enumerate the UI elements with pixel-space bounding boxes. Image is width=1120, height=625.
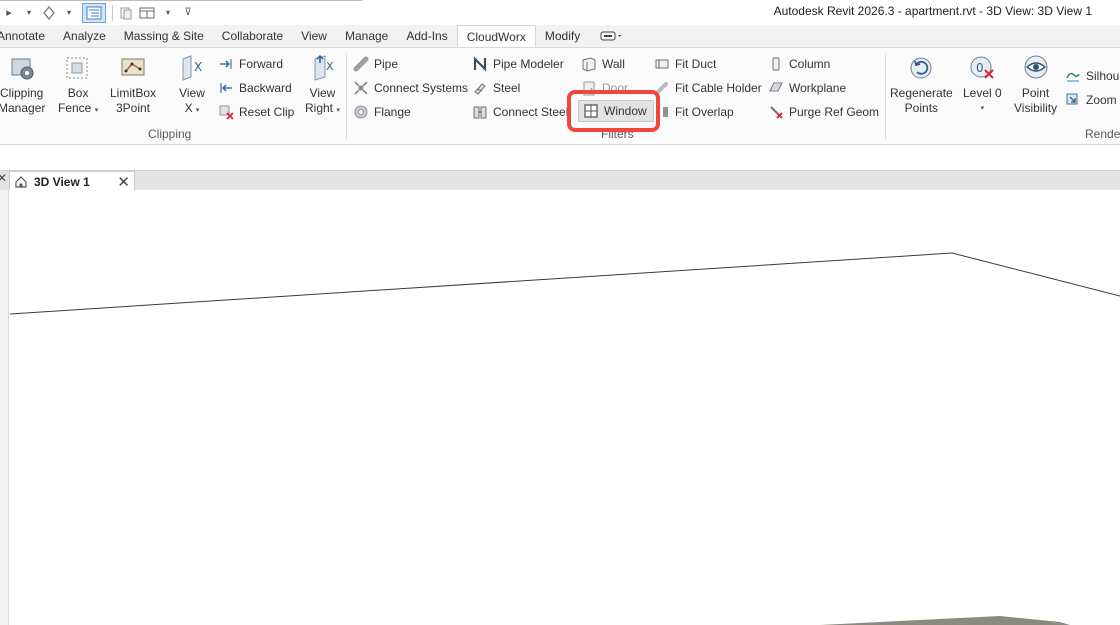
forward-button[interactable]: Forward (218, 54, 283, 74)
dropdown-arrow-icon: ▾ (336, 107, 340, 114)
silhouette-icon (1065, 68, 1081, 84)
dropdown-arrow-icon[interactable]: ▾ (22, 3, 36, 23)
window-title: Autodesk Revit 2026.3 - apartment.rvt - … (773, 4, 1092, 18)
panel-divider (885, 54, 886, 140)
reset-clip-button[interactable]: Reset Clip (218, 102, 294, 122)
fit-duct-icon (654, 56, 670, 72)
tab-analyze[interactable]: Analyze (54, 25, 115, 47)
regenerate-points-button[interactable]: Regenerate Points (890, 52, 953, 116)
silhouette-button[interactable]: Silhoue (1065, 66, 1120, 86)
left-scroll-rail[interactable] (0, 190, 9, 625)
purge-ref-geom-button[interactable]: Purge Ref Geom (768, 102, 879, 122)
tab-modify[interactable]: Modify (536, 25, 589, 47)
view-right-icon: X (306, 52, 338, 84)
dropdown-arrow-icon[interactable]: ▾ (62, 3, 76, 23)
box-fence-icon (62, 52, 94, 84)
close-icon[interactable]: ✕ (117, 173, 130, 191)
connect-steel-icon (472, 104, 488, 120)
fit-overlap-button[interactable]: Fit Overlap (654, 102, 734, 122)
limitbox-icon (117, 52, 149, 84)
view-tab-bar: 3D View 1 ✕ (0, 170, 1120, 191)
level-icon: 0 (966, 52, 998, 84)
title-bar: ▸ ▾ ▾ ▾ ⊽ Autodesk Revit 2026.3 - apartm… (0, 0, 1120, 25)
eye-icon (1020, 52, 1052, 84)
limitbox-3point-button[interactable]: LimitBox 3Point (110, 52, 156, 116)
render-panel-title: Rende (1085, 127, 1120, 141)
tab-add-ins[interactable]: Add-Ins (397, 25, 456, 47)
pipe-button[interactable]: Pipe (353, 54, 398, 74)
svg-text:X: X (326, 60, 334, 73)
view-x-icon: X (176, 52, 208, 84)
workplane-button[interactable]: Workplane (768, 78, 846, 98)
point-visibility-button[interactable]: Point Visibility (1014, 52, 1057, 116)
minimize-ribbon-icon (600, 31, 622, 41)
connect-systems-icon (353, 80, 369, 96)
dropdown-arrow-icon: ▾ (195, 107, 200, 114)
steel-button[interactable]: Steel (472, 78, 520, 98)
ribbon-panel: Clipping Manager Box Fence ▾ LimitBox 3P… (0, 47, 1120, 145)
3d-view-canvas[interactable] (0, 190, 1120, 625)
workplane-icon (768, 80, 784, 96)
forward-icon (218, 56, 234, 72)
wall-icon (581, 56, 597, 72)
tab-massing-site[interactable]: Massing & Site (115, 25, 213, 47)
measure-icon[interactable] (42, 3, 56, 23)
close-icon[interactable]: ✕ (0, 171, 7, 185)
column-icon (768, 56, 784, 72)
view-right-button[interactable]: X View Right ▾ (305, 52, 340, 118)
tab-cloudworx[interactable]: CloudWorx (456, 25, 536, 47)
clipping-manager-button[interactable]: Clipping Manager (0, 52, 45, 116)
view-tab-3d-view-1[interactable]: 3D View 1 ✕ (9, 171, 135, 191)
redo-icon[interactable]: ▸ (2, 3, 16, 23)
connect-steel-button[interactable]: Connect Steel (472, 102, 568, 122)
tab-view[interactable]: View (292, 25, 336, 47)
switch-windows-icon[interactable] (139, 3, 155, 23)
connect-systems-button[interactable]: Connect Systems (353, 78, 468, 98)
zoom-icon (1065, 92, 1081, 108)
flange-button[interactable]: Flange (353, 102, 411, 122)
fit-duct-button[interactable]: Fit Duct (654, 54, 716, 74)
flange-icon (353, 104, 369, 120)
ribbon-display-toggle[interactable] (589, 25, 633, 47)
backward-button[interactable]: Backward (218, 78, 292, 98)
fit-cable-holder-button[interactable]: Fit Cable Holder (654, 78, 762, 98)
reset-clip-icon (218, 104, 234, 120)
tab-collaborate[interactable]: Collaborate (213, 25, 292, 47)
wall-filter-button[interactable]: Wall (581, 54, 625, 74)
level-0-button[interactable]: 0 Level 0 ▾ (963, 52, 1002, 116)
pipe-modeler-button[interactable]: Pipe Modeler (472, 54, 564, 74)
box-fence-button[interactable]: Box Fence ▾ (58, 52, 98, 118)
steel-icon (472, 80, 488, 96)
thin-lines-icon[interactable] (82, 2, 106, 23)
panel-divider (346, 54, 347, 140)
tab-annotate[interactable]: Annotate (0, 25, 54, 47)
view-x-button[interactable]: X View X ▾ (176, 52, 208, 118)
sheets-icon[interactable] (119, 3, 133, 23)
customize-toolbar-icon[interactable]: ⊽ (181, 3, 195, 23)
pipe-modeler-icon (472, 56, 488, 72)
clipping-manager-icon (6, 52, 38, 84)
regenerate-icon (905, 52, 937, 84)
home-icon (15, 175, 27, 188)
dropdown-arrow-icon: ▾ (94, 107, 99, 114)
dropdown-arrow-icon[interactable]: ▾ (161, 3, 175, 23)
tab-manage[interactable]: Manage (336, 25, 397, 47)
model-edge-lines (9, 252, 1120, 625)
highlight-box (567, 90, 660, 132)
column-button[interactable]: Column (768, 54, 830, 74)
svg-text:X: X (194, 60, 202, 74)
pipe-icon (353, 56, 369, 72)
zoom-button[interactable]: Zoom (1065, 90, 1117, 110)
quick-access-toolbar: ▸ ▾ ▾ ▾ ⊽ (0, 0, 195, 25)
purge-icon (768, 104, 784, 120)
toolbar-separator (112, 4, 113, 21)
dropdown-arrow-icon: ▾ (980, 105, 985, 112)
backward-icon (218, 80, 234, 96)
svg-text:0: 0 (976, 61, 984, 75)
ribbon-tabs: Annotate Analyze Massing & Site Collabor… (0, 25, 1120, 47)
clipping-panel-title: Clipping (148, 127, 192, 141)
